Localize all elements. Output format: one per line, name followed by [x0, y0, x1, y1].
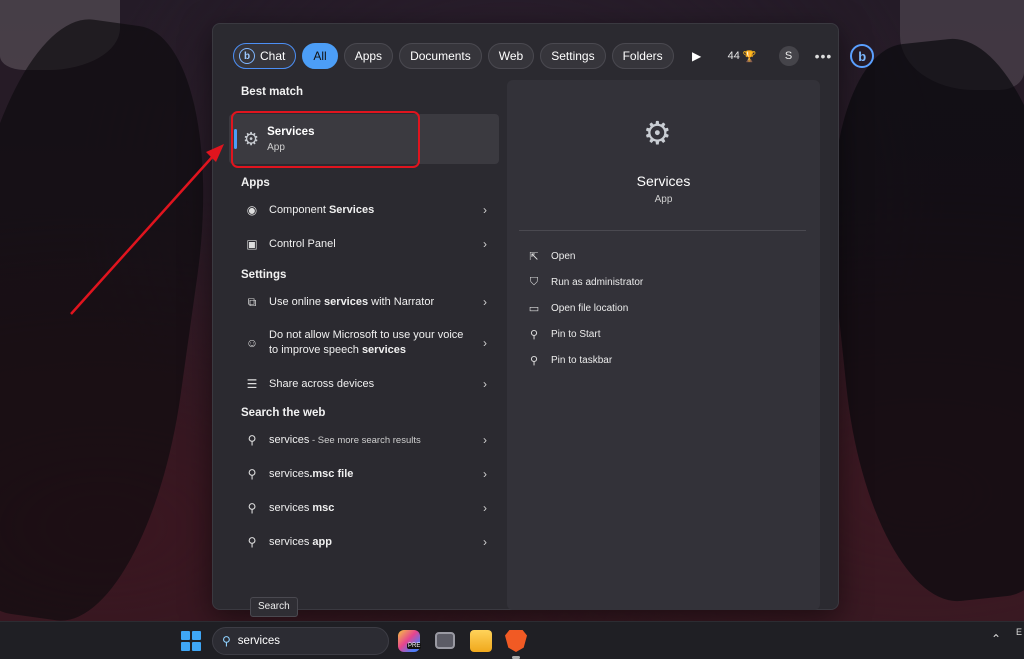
task-view-icon[interactable] — [435, 632, 455, 649]
annotation-arrow — [70, 144, 224, 315]
file-explorer-icon[interactable] — [470, 630, 492, 652]
search-tooltip: Search — [250, 597, 298, 617]
taskbar-search-box[interactable]: ⚲ — [212, 627, 389, 655]
brave-browser-icon[interactable] — [505, 630, 527, 652]
windows-start-icon[interactable] — [181, 631, 201, 651]
taskbar: ⚲ PRE ⌃ E — [0, 621, 1024, 659]
copilot-preview-badge: PRE — [407, 643, 422, 649]
tray-language[interactable]: E — [1016, 627, 1022, 637]
search-icon: ⚲ — [222, 634, 231, 648]
chevron-up-icon[interactable]: ⌃ — [991, 632, 1001, 646]
taskbar-search-input[interactable] — [237, 635, 378, 647]
